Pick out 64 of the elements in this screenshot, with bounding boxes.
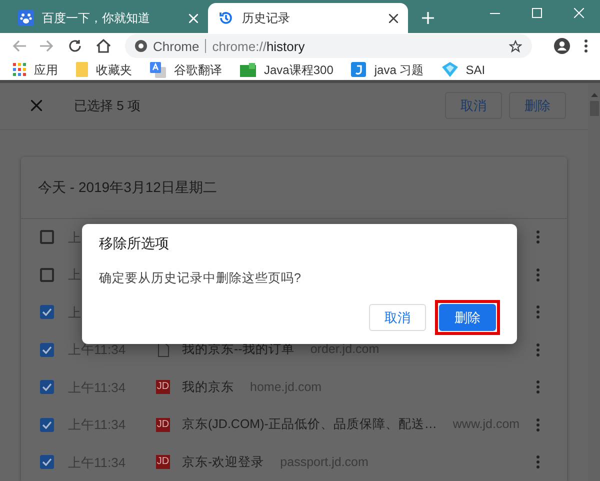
check-icon (42, 458, 52, 466)
checkbox[interactable] (40, 305, 54, 320)
check-icon (42, 420, 52, 429)
dialog-message: 确定要从历史记录中删除这些页吗? (99, 270, 302, 287)
check-icon (42, 308, 52, 316)
dialog-button[interactable]: 取消 (369, 304, 426, 331)
check-icon (42, 346, 52, 354)
chrome-logo-icon (135, 40, 147, 52)
bookmark-item[interactable]: 应用 (13, 60, 58, 79)
more-icon[interactable] (536, 305, 540, 320)
more-icon[interactable] (536, 455, 540, 470)
history-icon (218, 10, 234, 26)
scheme-label: Chrome (153, 38, 200, 56)
jd-logo-icon: JD (156, 380, 170, 394)
more-icon[interactable] (536, 268, 540, 282)
j-logo-icon (351, 62, 366, 78)
profile-icon[interactable] (554, 38, 570, 54)
scroll-thumb[interactable] (590, 100, 598, 116)
checkbox[interactable] (40, 268, 54, 282)
menu-icon[interactable] (584, 39, 588, 54)
jd-logo-icon: JD (156, 418, 170, 432)
browser-tab[interactable]: 历史记录 (208, 3, 408, 34)
maximize-icon[interactable] (532, 8, 542, 18)
home-icon[interactable] (96, 39, 111, 54)
address-bar[interactable]: Chrome chrome://history (125, 34, 532, 58)
folder-icon (76, 62, 88, 78)
jd-logo-icon: JD (156, 455, 170, 470)
checkbox[interactable] (40, 342, 54, 357)
paw-icon (18, 10, 34, 26)
checkbox[interactable] (40, 230, 54, 244)
reload-icon[interactable] (68, 39, 82, 54)
check-icon (42, 383, 52, 392)
checkbox[interactable] (40, 418, 54, 432)
browser-tab[interactable]: 百度一下，你就知道 (8, 3, 208, 34)
bookmark-item[interactable]: Java课程300 (240, 60, 334, 79)
page-title-link[interactable]: 京东(JD.COM)-正品低价、品质保障、配送… (182, 415, 437, 434)
more-icon[interactable] (536, 230, 540, 244)
more-icon[interactable] (536, 342, 540, 357)
tab-title: 历史记录 (242, 10, 291, 28)
selection-count: 已选择 5 项 (74, 96, 140, 115)
bookmark-item[interactable]: SAI (442, 60, 486, 79)
bookmark-item[interactable]: 谷歌翻译 (150, 60, 222, 79)
page-title-link[interactable]: 京东-欢迎登录 (182, 452, 264, 472)
diamond-icon (442, 62, 458, 78)
date-heading: 今天 - 2019年3月12日星期二 (38, 178, 217, 196)
checkbox[interactable] (40, 455, 54, 470)
book-icon (240, 62, 256, 77)
tab-title: 百度一下，你就知道 (42, 10, 151, 28)
url-text: chrome://history (212, 38, 305, 56)
close-icon[interactable] (389, 14, 398, 23)
dialog-title: 移除所选项 (99, 234, 170, 253)
dialog-button[interactable]: 删除 (439, 304, 496, 331)
forward-icon[interactable] (40, 39, 54, 54)
more-icon[interactable] (536, 380, 540, 394)
back-icon[interactable] (12, 39, 26, 54)
bookmark-item[interactable]: java 习题 (351, 60, 424, 79)
page-title-link[interactable]: 我的京东 (182, 378, 234, 397)
bookmark-item[interactable]: 收藏夹 (76, 60, 132, 79)
new-tab-icon[interactable] (422, 12, 434, 24)
apps-grid-icon (13, 63, 26, 76)
star-icon[interactable] (509, 40, 522, 53)
checkbox[interactable] (40, 380, 54, 394)
more-icon[interactable] (536, 418, 540, 432)
page-icon (158, 342, 168, 357)
